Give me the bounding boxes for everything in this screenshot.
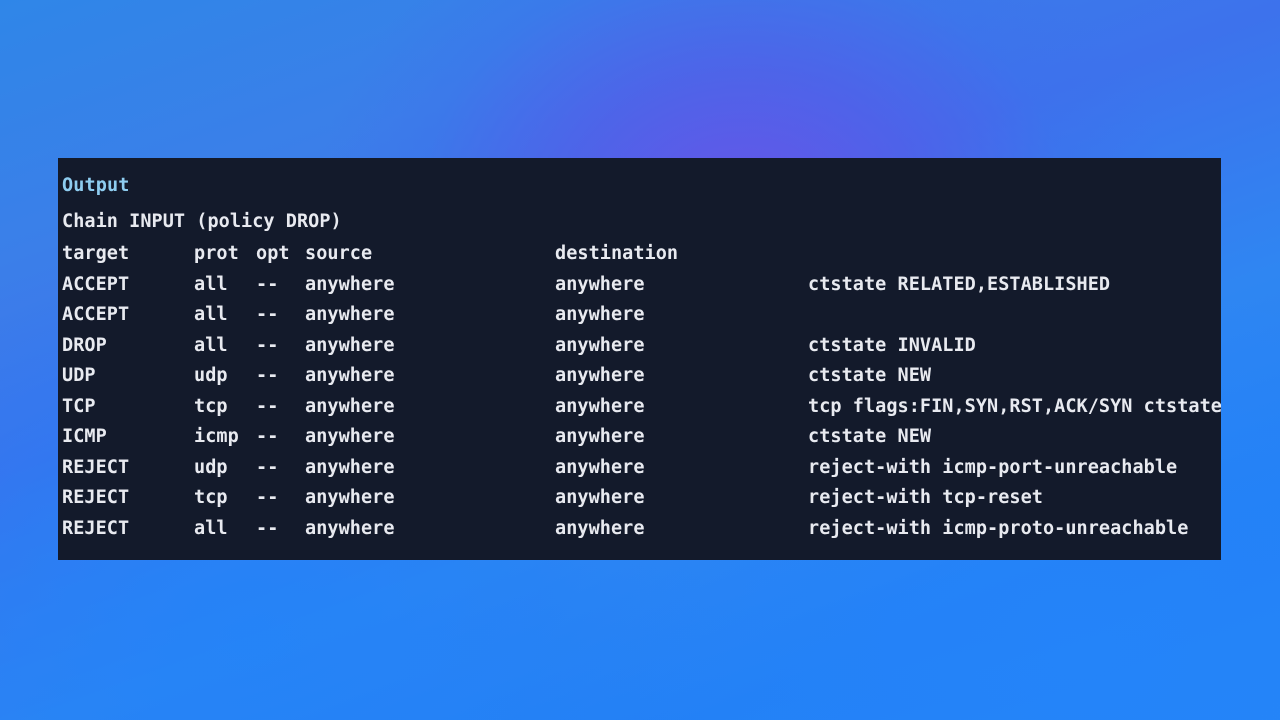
- table-row-extra: reject-with icmp-proto-unreachable: [808, 517, 1189, 539]
- table-row-destination: anywhere: [555, 365, 645, 386]
- table-row-destination: anywhere: [555, 456, 645, 478]
- table-header-row-opt: opt: [256, 243, 290, 264]
- table-row-target: UDP: [62, 365, 96, 386]
- terminal-output-panel: Output Chain INPUT (policy DROP) target p…: [58, 158, 1221, 560]
- table-row-destination: anywhere: [555, 273, 645, 295]
- table-row-extra: tcp flags:FIN,SYN,RST,ACK/SYN ctstate NE…: [808, 395, 1221, 417]
- table-row-extra: reject-with tcp-reset: [808, 487, 1043, 508]
- table-row-target: TCP: [62, 395, 96, 417]
- table-row-source: anywhere: [305, 395, 395, 417]
- table-row-prot: udp: [194, 456, 228, 478]
- chain-title: Chain INPUT (policy DROP): [62, 211, 342, 232]
- table-row-destination: anywhere: [555, 334, 645, 356]
- table-row-prot: all: [194, 334, 228, 356]
- table-row: TCP tcp -- anywhere anywhere tcp flags:FIN,SY…: [58, 395, 1221, 426]
- screenshot-stage: Output Chain INPUT (policy DROP) target p…: [0, 0, 1280, 720]
- table-row-prot: all: [194, 517, 228, 539]
- table-row: DROP all -- anywhere anywhere ctstate INVALID: [58, 334, 1221, 365]
- table-row-source: anywhere: [305, 365, 395, 386]
- table-row-prot: icmp: [194, 426, 239, 447]
- table-row-target: ACCEPT: [62, 273, 130, 295]
- table-row-source: anywhere: [305, 273, 395, 295]
- table-row: REJECT udp -- anywhere anywhere reject-with i…: [58, 456, 1221, 487]
- table-row-destination: anywhere: [555, 517, 645, 539]
- table-row-opt: --: [256, 426, 279, 447]
- table-row-extra: ctstate NEW: [808, 365, 932, 386]
- table-row-target: ICMP: [62, 426, 107, 447]
- table-row-source: anywhere: [305, 426, 395, 447]
- output-label: Output: [62, 175, 130, 196]
- table-row-opt: --: [256, 365, 279, 386]
- table-row-prot: tcp: [194, 487, 228, 508]
- table-row-opt: --: [256, 517, 279, 539]
- table-row-prot: all: [194, 304, 228, 325]
- table-row-extra: ctstate NEW: [808, 426, 932, 447]
- table-row-destination: anywhere: [555, 304, 645, 325]
- table-row-target: REJECT: [62, 456, 130, 478]
- table-row-opt: --: [256, 456, 279, 478]
- table-row-target: REJECT: [62, 487, 130, 508]
- table-row-source: anywhere: [305, 517, 395, 539]
- table-row: ACCEPT all -- anywhere anywhere: [58, 303, 1221, 334]
- table-row-target: ACCEPT: [62, 304, 130, 325]
- table-row-target: REJECT: [62, 517, 130, 539]
- table-row-source: anywhere: [305, 334, 395, 356]
- table-row-prot: tcp: [194, 395, 228, 417]
- table-row: ACCEPT all -- anywhere anywhere ctstate RELAT…: [58, 273, 1221, 304]
- table-header-row-target: target: [62, 243, 130, 264]
- table-header-row-prot: prot: [194, 243, 239, 264]
- table-row: UDP udp -- anywhere anywhere ctstate NEW: [58, 364, 1221, 395]
- table-row-source: anywhere: [305, 304, 395, 325]
- table-header-row-source: source: [305, 243, 373, 264]
- table-row-opt: --: [256, 487, 279, 508]
- table-row-source: anywhere: [305, 456, 395, 478]
- terminal-content: Output Chain INPUT (policy DROP) target p…: [58, 158, 1221, 560]
- table-row: REJECT tcp -- anywhere anywhere reject-with t…: [58, 486, 1221, 517]
- table-row-target: DROP: [62, 334, 107, 356]
- table-row-opt: --: [256, 334, 279, 356]
- table-row-extra: ctstate RELATED,ESTABLISHED: [808, 273, 1111, 295]
- table-row-source: anywhere: [305, 487, 395, 508]
- table-row-destination: anywhere: [555, 395, 645, 417]
- table-row-prot: udp: [194, 365, 228, 386]
- table-row-destination: anywhere: [555, 487, 645, 508]
- table-row-prot: all: [194, 273, 228, 295]
- table-row-opt: --: [256, 273, 279, 295]
- table-row-extra: reject-with icmp-port-unreachable: [808, 456, 1178, 478]
- table-header-row: target prot opt source destination: [58, 242, 1221, 273]
- table-row: ICMP icmp -- anywhere anywhere ctstate NEW: [58, 425, 1221, 456]
- table-row-destination: anywhere: [555, 426, 645, 447]
- table-row-extra: ctstate INVALID: [808, 334, 976, 356]
- table-row-opt: --: [256, 304, 279, 325]
- table-row: REJECT all -- anywhere anywhere reject-with i…: [58, 517, 1221, 548]
- table-row-opt: --: [256, 395, 279, 417]
- table-header-row-destination: destination: [555, 243, 679, 264]
